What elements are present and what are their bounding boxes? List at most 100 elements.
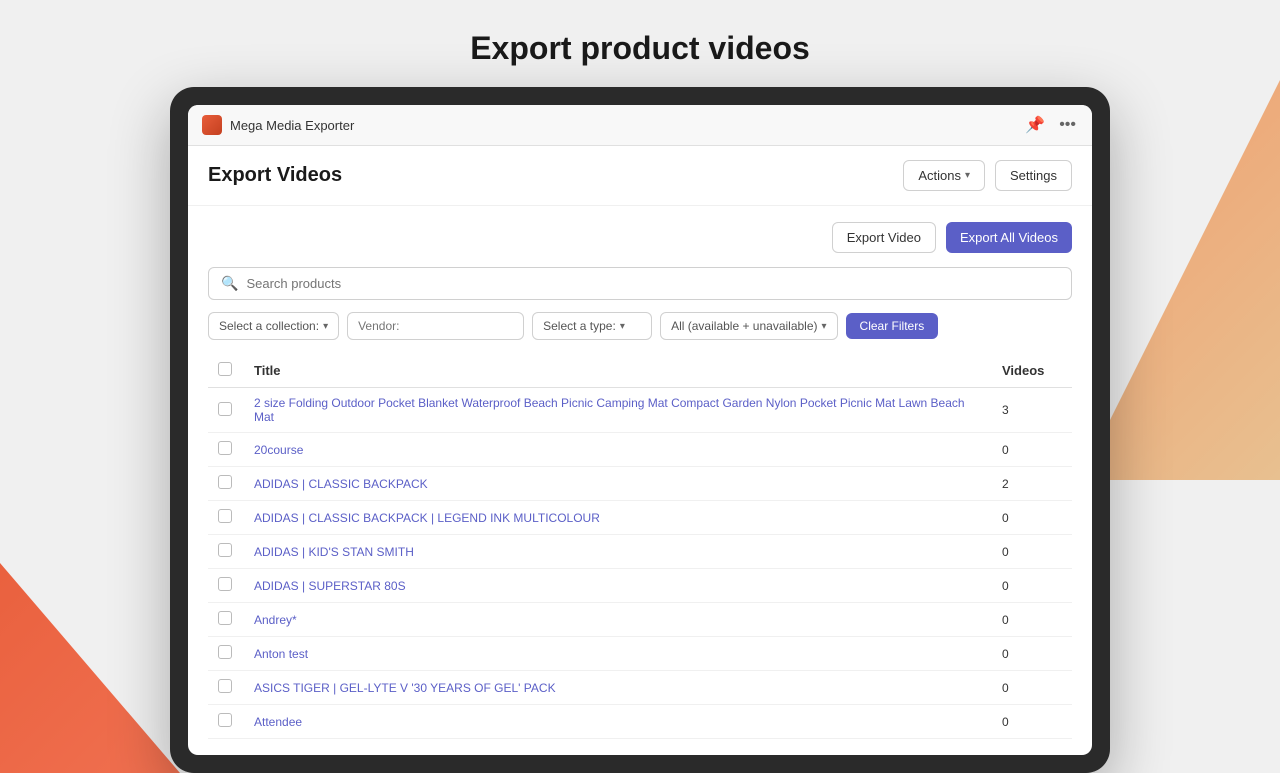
table-row: ADIDAS | CLASSIC BACKPACK | LEGEND INK M… <box>208 501 1072 535</box>
header-title: Export Videos <box>208 164 342 187</box>
row-checkbox[interactable] <box>218 543 232 557</box>
table-header-row: Title Videos <box>208 354 1072 388</box>
row-videos-cell: 0 <box>992 603 1072 637</box>
table-row: Andrey* 0 <box>208 603 1072 637</box>
export-video-button[interactable]: Export Video <box>832 222 936 253</box>
row-checkbox[interactable] <box>218 645 232 659</box>
product-link[interactable]: ADIDAS | CLASSIC BACKPACK <box>254 477 428 491</box>
product-link[interactable]: Anton test <box>254 647 308 661</box>
clear-filters-button[interactable]: Clear Filters <box>846 313 939 339</box>
product-link[interactable]: ADIDAS | CLASSIC BACKPACK | LEGEND INK M… <box>254 511 600 525</box>
top-bar-icons: 📌 ••• <box>1023 113 1078 137</box>
row-checkbox[interactable] <box>218 441 232 455</box>
app-icon <box>202 115 222 135</box>
product-link[interactable]: ASICS TIGER | GEL-LYTE V '30 YEARS OF GE… <box>254 681 556 695</box>
row-videos-cell: 0 <box>992 501 1072 535</box>
export-all-videos-button[interactable]: Export All Videos <box>946 222 1072 253</box>
select-all-header <box>208 354 244 388</box>
row-title-cell: ADIDAS | KID'S STAN SMITH <box>244 535 992 569</box>
row-checkbox-cell <box>208 671 244 705</box>
row-checkbox[interactable] <box>218 509 232 523</box>
row-videos-cell: 0 <box>992 705 1072 739</box>
page-title: Export product videos <box>0 0 1280 87</box>
row-title-cell: 2 size Folding Outdoor Pocket Blanket Wa… <box>244 388 992 433</box>
search-input[interactable] <box>246 276 1059 291</box>
bg-decoration-left <box>0 473 180 773</box>
availability-filter[interactable]: All (available + unavailable) ▾ <box>660 312 837 340</box>
table-row: ADIDAS | CLASSIC BACKPACK 2 <box>208 467 1072 501</box>
type-filter[interactable]: Select a type: ▾ <box>532 312 652 340</box>
row-title-cell: Anton test <box>244 637 992 671</box>
row-checkbox-cell <box>208 637 244 671</box>
collection-filter-label: Select a collection: <box>219 319 319 333</box>
row-videos-cell: 3 <box>992 388 1072 433</box>
row-title-cell: 20course <box>244 433 992 467</box>
row-checkbox-cell <box>208 705 244 739</box>
table-row: Attendee 0 <box>208 705 1072 739</box>
row-checkbox[interactable] <box>218 713 232 727</box>
row-videos-cell: 0 <box>992 637 1072 671</box>
product-link[interactable]: 2 size Folding Outdoor Pocket Blanket Wa… <box>254 396 965 424</box>
row-checkbox[interactable] <box>218 611 232 625</box>
table-row: ADIDAS | KID'S STAN SMITH 0 <box>208 535 1072 569</box>
actions-chevron-icon: ▾ <box>965 170 970 181</box>
product-link[interactable]: ADIDAS | KID'S STAN SMITH <box>254 545 414 559</box>
row-checkbox-cell <box>208 535 244 569</box>
row-checkbox-cell <box>208 388 244 433</box>
product-link[interactable]: 20course <box>254 443 303 457</box>
row-videos-cell: 0 <box>992 535 1072 569</box>
more-button[interactable]: ••• <box>1057 114 1078 136</box>
row-checkbox[interactable] <box>218 577 232 591</box>
page-header: Export Videos Actions ▾ Settings <box>188 146 1092 206</box>
top-bar: Mega Media Exporter 📌 ••• <box>188 105 1092 146</box>
product-table: Title Videos 2 size Folding Outdoor Pock… <box>208 354 1072 739</box>
product-link[interactable]: Andrey* <box>254 613 297 627</box>
row-title-cell: ADIDAS | CLASSIC BACKPACK <box>244 467 992 501</box>
table-row: 2 size Folding Outdoor Pocket Blanket Wa… <box>208 388 1072 433</box>
actions-button[interactable]: Actions ▾ <box>903 160 985 191</box>
row-videos-cell: 0 <box>992 671 1072 705</box>
table-row: Anton test 0 <box>208 637 1072 671</box>
type-filter-label: Select a type: <box>543 319 616 333</box>
vendor-filter[interactable] <box>347 312 524 340</box>
row-title-cell: ADIDAS | CLASSIC BACKPACK | LEGEND INK M… <box>244 501 992 535</box>
type-chevron-icon: ▾ <box>620 321 625 332</box>
videos-column-header: Videos <box>992 354 1072 388</box>
row-videos-cell: 0 <box>992 569 1072 603</box>
row-checkbox-cell <box>208 433 244 467</box>
row-checkbox-cell <box>208 603 244 637</box>
table-row: ADIDAS | SUPERSTAR 80S 0 <box>208 569 1072 603</box>
filters-row: Select a collection: ▾ Select a type: ▾ … <box>208 312 1072 340</box>
row-title-cell: ADIDAS | SUPERSTAR 80S <box>244 569 992 603</box>
row-checkbox-cell <box>208 501 244 535</box>
table-row: ASICS TIGER | GEL-LYTE V '30 YEARS OF GE… <box>208 671 1072 705</box>
row-videos-cell: 0 <box>992 433 1072 467</box>
product-link[interactable]: ADIDAS | SUPERSTAR 80S <box>254 579 406 593</box>
tablet-screen: Mega Media Exporter 📌 ••• Export Videos … <box>188 105 1092 755</box>
bg-decoration-right <box>1080 80 1280 480</box>
availability-filter-label: All (available + unavailable) <box>671 319 817 333</box>
row-checkbox-cell <box>208 569 244 603</box>
title-column-header: Title <box>244 354 992 388</box>
pin-button[interactable]: 📌 <box>1023 113 1047 137</box>
app-name-label: Mega Media Exporter <box>230 118 1015 133</box>
table-row: 20course 0 <box>208 433 1072 467</box>
tablet-frame: Mega Media Exporter 📌 ••• Export Videos … <box>170 87 1110 773</box>
header-actions: Actions ▾ Settings <box>903 160 1072 191</box>
main-content: Export Video Export All Videos 🔍 Select … <box>188 206 1092 755</box>
product-link[interactable]: Attendee <box>254 715 302 729</box>
row-checkbox[interactable] <box>218 679 232 693</box>
search-icon: 🔍 <box>221 275 238 292</box>
row-title-cell: Attendee <box>244 705 992 739</box>
search-bar: 🔍 <box>208 267 1072 300</box>
row-videos-cell: 2 <box>992 467 1072 501</box>
row-checkbox[interactable] <box>218 475 232 489</box>
collection-chevron-icon: ▾ <box>323 321 328 332</box>
row-checkbox[interactable] <box>218 402 232 416</box>
actions-label: Actions <box>918 168 961 183</box>
settings-button[interactable]: Settings <box>995 160 1072 191</box>
collection-filter[interactable]: Select a collection: ▾ <box>208 312 339 340</box>
select-all-checkbox[interactable] <box>218 362 232 376</box>
table-body: 2 size Folding Outdoor Pocket Blanket Wa… <box>208 388 1072 739</box>
row-title-cell: Andrey* <box>244 603 992 637</box>
